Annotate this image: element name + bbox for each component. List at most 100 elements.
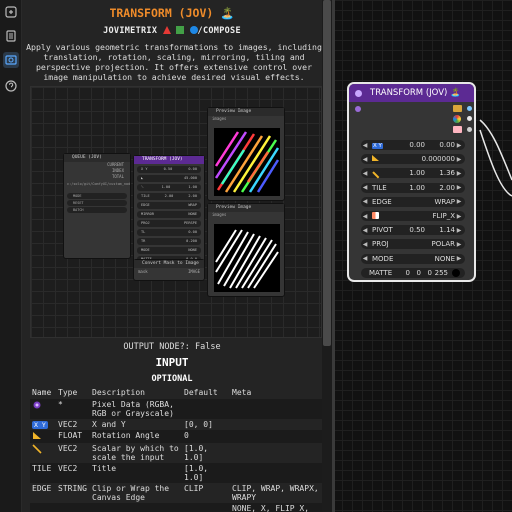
help-icon[interactable] — [3, 78, 19, 94]
cell-name: TILE — [30, 463, 56, 483]
node-widget-row[interactable]: ◀ TILE 1.00 2.00 ▶ — [361, 182, 465, 193]
node-widget-row[interactable]: ◀ X Y 0.00 0.00 ▶ — [361, 140, 465, 150]
decrement-arrow-icon[interactable]: ◀ — [361, 170, 369, 177]
mini-widget-label: MIRROR — [141, 212, 154, 216]
brand-label: JOVIMETRIX — [103, 26, 158, 36]
widget-value[interactable]: 0.50 — [403, 226, 425, 234]
decrement-arrow-icon[interactable]: ◀ — [361, 142, 369, 149]
mini-widget-value: 0.00 — [188, 167, 197, 171]
widget-value[interactable]: POLAR — [403, 240, 455, 248]
increment-arrow-icon[interactable]: ▶ — [455, 255, 463, 262]
widget-value[interactable]: WRAP — [403, 198, 455, 206]
cell-description: Title — [90, 463, 182, 483]
cell-type: FLOAT — [56, 430, 90, 443]
mini-widget-row: ◣ 45.000 — [137, 175, 201, 182]
cell-meta — [230, 399, 324, 419]
mini-transform-node: TRANSFORM (JOV) X Y 0.50 0.00 ◣ 45.000 ⟍ 1.00 1… — [133, 155, 205, 267]
decrement-arrow-icon[interactable]: ◀ — [361, 255, 369, 262]
cell-type: VEC2 — [56, 463, 90, 483]
cell-default — [182, 503, 230, 512]
mini-widget-value: 2.00 — [188, 194, 197, 198]
angle-icon — [30, 430, 56, 443]
node-widget-row[interactable]: ◀ MODE NONE ▶ — [361, 253, 465, 264]
node-title: TRANSFORM (JOV) 🏝️ — [370, 88, 461, 98]
node-widget-row[interactable]: ◀ PIVOT 0.50 1.14 ▶ — [361, 225, 465, 236]
mini-widget-row: EDGE WRAP — [137, 202, 201, 209]
widget-value[interactable]: 0.000000 — [403, 155, 455, 163]
mini-file-path: c:/solo/git/ComfyUI/custom_nodes/Jovimet… — [67, 182, 130, 186]
cell-default: CLIP — [184, 484, 204, 493]
mini-preview-node: Preview Image images — [207, 203, 285, 297]
increment-arrow-icon[interactable]: ▶ — [455, 156, 463, 163]
docs-scrollbar[interactable] — [322, 0, 332, 512]
doc-title: TRANSFORM (JOV) 🏝️ — [109, 6, 235, 20]
pixel-input-icon[interactable] — [355, 106, 361, 112]
decrement-arrow-icon[interactable]: ◀ — [361, 241, 369, 248]
output-slot-rgb[interactable] — [467, 116, 472, 121]
cell-meta — [230, 419, 324, 430]
rainbow-stripes-image — [214, 128, 280, 196]
node-library-icon[interactable] — [3, 4, 19, 20]
widget-value[interactable]: 1.00 — [403, 169, 425, 177]
node-widget-row[interactable]: ◀ 1.00 1.36 ▶ — [361, 168, 465, 179]
decrement-arrow-icon[interactable]: ◀ — [361, 156, 369, 163]
increment-arrow-icon[interactable]: ▶ — [455, 213, 463, 220]
node-widget-row[interactable]: ◀ 0.000000 ▶ — [361, 154, 465, 165]
mini-field: BATCH — [67, 207, 127, 213]
matte-channel[interactable]: 0 — [399, 269, 410, 277]
transform-node[interactable]: TRANSFORM (JOV) 🏝️ ◀ X Y 0.00 0.00 ▶ ◀ 0.00000… — [347, 82, 476, 282]
widget-value[interactable]: 2.00 — [425, 184, 455, 192]
mini-widget-label: X Y — [141, 167, 148, 171]
matte-channel[interactable]: 255 — [432, 269, 448, 277]
decrement-arrow-icon[interactable]: ◀ — [361, 198, 369, 205]
node-widget-row[interactable]: ◀ FLIP_X ▶ — [361, 211, 465, 221]
widget-value[interactable]: 0.00 — [425, 141, 455, 149]
mini-widget-label: TILE — [141, 194, 150, 198]
node-header[interactable]: TRANSFORM (JOV) 🏝️ — [349, 84, 474, 102]
mini-port: mask — [138, 269, 148, 274]
output-slot-mask[interactable] — [467, 127, 472, 132]
cell-name — [30, 503, 56, 512]
mini-port: IMAGE — [187, 269, 200, 274]
matte-channel[interactable]: 0 — [421, 269, 432, 277]
node-widget-row[interactable]: ◀ EDGE WRAP ▶ — [361, 196, 465, 207]
pixel-icon — [30, 399, 56, 419]
matte-channel[interactable]: 0 — [410, 269, 421, 277]
mini-widget-value: NONE — [188, 212, 197, 216]
decrement-arrow-icon[interactable]: ◀ — [361, 213, 369, 220]
image-gallery-icon[interactable] — [3, 52, 19, 68]
table-row: X Y VEC2 X and Y [0, 0] — [30, 419, 324, 430]
input-heading: INPUT — [155, 356, 189, 369]
increment-arrow-icon[interactable]: ▶ — [455, 241, 463, 248]
input-table: Name Type Description Default Meta * Pix… — [30, 386, 324, 512]
widget-value[interactable]: 0.00 — [403, 141, 425, 149]
node-widget-row[interactable]: ◀ PROJ POLAR ▶ — [361, 239, 465, 250]
decrement-arrow-icon[interactable]: ◀ — [361, 184, 369, 191]
collapse-dot-icon[interactable] — [355, 89, 362, 97]
increment-arrow-icon[interactable]: ▶ — [455, 198, 463, 205]
angle-icon — [372, 155, 379, 162]
mini-widget-value: 1.00 — [188, 185, 197, 189]
mini-widget-row: TL 0.00 — [137, 229, 201, 236]
circle-icon — [189, 26, 198, 34]
increment-arrow-icon[interactable]: ▶ — [455, 142, 463, 149]
mini-input-label: images — [212, 116, 227, 121]
cell-type — [56, 503, 90, 512]
widget-value[interactable]: 1.00 — [403, 184, 425, 192]
widget-value[interactable]: 1.14 — [425, 226, 455, 234]
increment-arrow-icon[interactable]: ▶ — [455, 170, 463, 177]
output-slot-image[interactable] — [467, 106, 472, 111]
increment-arrow-icon[interactable]: ▶ — [455, 227, 463, 234]
matte-swatch-icon[interactable] — [452, 268, 460, 277]
sidebar-rail — [0, 0, 22, 512]
queue-icon[interactable] — [3, 28, 19, 44]
widget-value[interactable]: 1.36 — [425, 169, 455, 177]
mini-widget-value: 0.50 — [163, 167, 173, 171]
node-widget-row[interactable]: MATTE 0 0 0 255 — [361, 267, 465, 278]
scrollbar-thumb[interactable] — [323, 0, 331, 346]
column-header: Description — [92, 388, 145, 397]
decrement-arrow-icon[interactable]: ◀ — [361, 227, 369, 234]
widget-value[interactable]: FLIP_X — [403, 212, 455, 220]
increment-arrow-icon[interactable]: ▶ — [455, 184, 463, 191]
widget-value[interactable]: NONE — [403, 255, 455, 263]
